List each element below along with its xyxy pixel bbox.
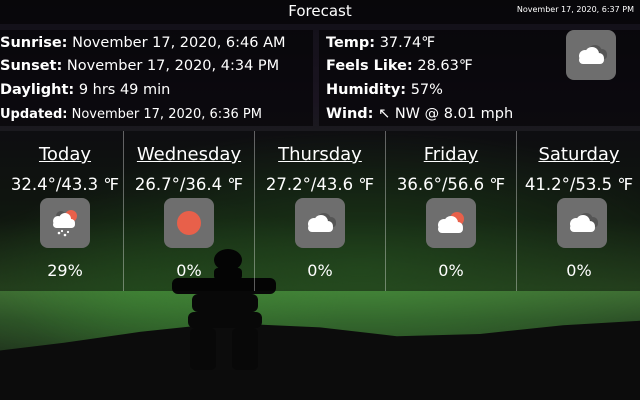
- sunrise-value: November 17, 2020, 6:46 AM: [72, 35, 286, 51]
- current-datetime: November 17, 2020, 6:37 PM: [516, 5, 634, 14]
- sunset-row: Sunset: November 17, 2020, 4:34 PM: [0, 58, 279, 74]
- wind-row: Wind: ↖ NW @ 8.01 mph: [326, 106, 513, 122]
- sun-icon: [177, 211, 201, 235]
- day-temp-range: 41.2°/53.5 ℉: [524, 175, 634, 194]
- day-precip-chance: 0%: [176, 261, 202, 280]
- cloudy-icon: [570, 213, 598, 232]
- feels-like-row: Feels Like: 28.63℉: [326, 58, 473, 74]
- day-temp-range: 27.2°/43.6 ℉: [265, 175, 375, 194]
- day-name: Friday: [423, 144, 479, 165]
- updated-label: Updated:: [0, 107, 68, 122]
- snow-sun-cloud-icon: [53, 210, 77, 237]
- humidity-row: Humidity: 57%: [326, 82, 443, 98]
- wind-label: Wind:: [326, 106, 374, 122]
- current-conditions-panel: Temp: 37.74℉ Feels Like: 28.63℉ Humidity…: [319, 30, 640, 126]
- cloudy-icon: [308, 213, 336, 232]
- day-name: Saturday: [538, 144, 620, 165]
- updated-value: November 17, 2020, 6:36 PM: [71, 107, 262, 122]
- forecast-day-friday: Friday 36.6°/56.6 ℉ 0%: [385, 131, 516, 291]
- day-precip-chance: 29%: [47, 261, 83, 280]
- wind-value: ↖ NW @ 8.01 mph: [378, 106, 514, 122]
- daylight-value: 9 hrs 49 min: [78, 82, 171, 98]
- cloudy-icon: [579, 45, 607, 64]
- partly-cloudy-icon: [438, 212, 464, 233]
- hills-silhouette: [0, 320, 640, 400]
- sunrise-label: Sunrise:: [0, 35, 68, 51]
- day-precip-chance: 0%: [307, 261, 333, 280]
- day-name: Wednesday: [136, 144, 242, 165]
- temp-value: 37.74℉: [379, 35, 436, 51]
- day-temp-range: 26.7°/36.4 ℉: [134, 175, 244, 194]
- day-icon-box: [295, 198, 345, 248]
- day-temp-range: 36.6°/56.6 ℉: [396, 175, 506, 194]
- header-bar: Forecast November 17, 2020, 6:37 PM: [0, 0, 640, 24]
- humidity-label: Humidity:: [326, 82, 407, 98]
- forecast-day-wednesday: Wednesday 26.7°/36.4 ℉ 0%: [123, 131, 254, 291]
- day-icon-box: [164, 198, 214, 248]
- feels-like-value: 28.63℉: [417, 58, 473, 74]
- feels-like-label: Feels Like:: [326, 58, 413, 74]
- forecast-day-thursday: Thursday 27.2°/43.6 ℉ 0%: [254, 131, 385, 291]
- daylight-label: Daylight:: [0, 82, 75, 98]
- day-icon-box: [40, 198, 90, 248]
- day-temp-range: 32.4°/43.3 ℉: [10, 175, 120, 194]
- day-name: Today: [38, 144, 92, 165]
- day-precip-chance: 0%: [566, 261, 592, 280]
- humidity-value: 57%: [410, 82, 443, 98]
- day-precip-chance: 0%: [438, 261, 464, 280]
- sunrise-row: Sunrise: November 17, 2020, 6:46 AM: [0, 35, 286, 51]
- updated-row: Updated: November 17, 2020, 6:36 PM: [0, 107, 262, 122]
- day-icon-box: [426, 198, 476, 248]
- forecast-day-saturday: Saturday 41.2°/53.5 ℉ 0%: [516, 131, 640, 291]
- current-weather-icon-box: [566, 30, 616, 80]
- sunset-value: November 17, 2020, 4:34 PM: [66, 58, 280, 74]
- day-icon-box: [557, 198, 607, 248]
- forecast-strip: Today 32.4°/43.3 ℉ 29% Wednesday 26.7°/3…: [0, 131, 640, 291]
- temp-row: Temp: 37.74℉: [326, 35, 435, 51]
- sun-info-panel: Sunrise: November 17, 2020, 6:46 AM Suns…: [0, 30, 313, 126]
- day-name: Thursday: [278, 144, 362, 165]
- forecast-day-today: Today 32.4°/43.3 ℉ 29%: [0, 131, 130, 291]
- sunset-label: Sunset:: [0, 58, 63, 74]
- daylight-row: Daylight: 9 hrs 49 min: [0, 82, 170, 98]
- temp-label: Temp:: [326, 35, 376, 51]
